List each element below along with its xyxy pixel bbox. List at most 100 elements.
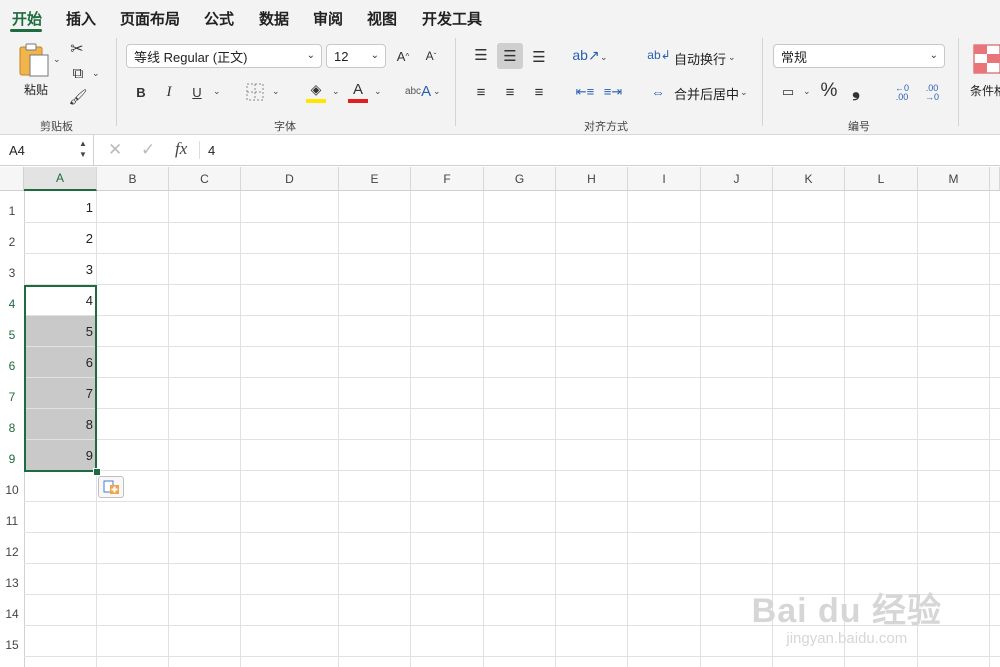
column-header-h[interactable]: H xyxy=(556,167,628,191)
tab-review[interactable]: 审阅 xyxy=(313,8,343,29)
paste-button[interactable] xyxy=(14,42,54,78)
tab-page-layout[interactable]: 页面布局 xyxy=(120,8,180,29)
row-header-7[interactable]: 7 xyxy=(0,377,24,408)
cell-a3[interactable]: 3 xyxy=(25,262,96,282)
increase-font-size-icon[interactable]: A ^ xyxy=(393,46,413,66)
borders-chevron-icon[interactable]: ⌄ xyxy=(272,86,280,97)
comma-style-button[interactable]: ❟ xyxy=(848,78,864,102)
bold-button[interactable]: B xyxy=(132,82,150,102)
align-center-icon[interactable]: ≡ xyxy=(499,81,521,103)
increase-indent-icon[interactable]: ≡⇥ xyxy=(602,81,624,103)
merge-center-icon[interactable]: ⇔ xyxy=(649,82,667,102)
decrease-indent-icon[interactable]: ⇤≡ xyxy=(574,81,596,103)
select-all-corner[interactable] xyxy=(0,167,24,191)
name-box[interactable]: A4 ▲ ▼ xyxy=(0,135,94,165)
row-header-5[interactable]: 5 xyxy=(0,315,24,346)
column-header-i[interactable]: I xyxy=(628,167,701,191)
row-header-9[interactable]: 9 xyxy=(0,439,24,470)
formula-input[interactable]: 4 xyxy=(208,143,215,158)
name-box-stepper-icon[interactable]: ▲ ▼ xyxy=(79,138,87,160)
column-header-b[interactable]: B xyxy=(97,167,169,191)
row-header-4[interactable]: 4 xyxy=(0,284,24,315)
percent-style-button[interactable]: % xyxy=(818,80,840,102)
tab-developer[interactable]: 开发工具 xyxy=(422,8,482,29)
fill-color-chevron-icon[interactable]: ⌄ xyxy=(332,86,340,97)
column-header-f[interactable]: F xyxy=(411,167,484,191)
font-name-dropdown[interactable]: 等线 Regular (正文) ⌄ xyxy=(126,44,322,68)
column-header-l[interactable]: L xyxy=(845,167,918,191)
accounting-chevron-icon[interactable]: ⌄ xyxy=(803,86,811,97)
fill-color-bucket-icon[interactable]: ◈ xyxy=(306,80,326,98)
font-color-chevron-icon[interactable]: ⌄ xyxy=(374,86,382,97)
enter-check-icon[interactable]: ✓ xyxy=(141,140,155,160)
decrease-font-size-icon[interactable]: Aˇ xyxy=(421,46,441,66)
column-header-d[interactable]: D xyxy=(241,167,339,191)
row-header-11[interactable]: 11 xyxy=(0,501,24,532)
row-header-8[interactable]: 8 xyxy=(0,408,24,439)
align-middle-icon[interactable]: ☰ xyxy=(497,43,523,69)
wrap-text-button[interactable]: 自动换行 xyxy=(674,49,726,68)
orientation-chevron-icon[interactable]: ⌄ xyxy=(600,52,608,63)
underline-chevron-icon[interactable]: ⌄ xyxy=(213,86,221,97)
column-header-g[interactable]: G xyxy=(484,167,556,191)
cell-a1[interactable]: 1 xyxy=(25,200,96,220)
column-header-a[interactable]: A xyxy=(24,167,97,191)
font-color-icon[interactable]: A xyxy=(349,80,367,98)
row-header-15[interactable]: 15 xyxy=(0,625,24,656)
tab-home[interactable]: 开始 xyxy=(12,8,42,29)
paste-dropdown-chevron-icon[interactable]: ⌄ xyxy=(53,54,61,65)
insert-function-icon[interactable]: fx xyxy=(175,139,187,159)
merge-center-button[interactable]: 合并后居中 xyxy=(674,84,739,103)
column-header-n[interactable] xyxy=(990,167,1000,191)
row-header-14[interactable]: 14 xyxy=(0,594,24,625)
borders-icon[interactable] xyxy=(246,83,264,101)
column-header-k[interactable]: K xyxy=(773,167,845,191)
fill-handle[interactable] xyxy=(93,468,101,476)
increase-decimal-icon[interactable]: ←0.00 xyxy=(890,81,914,105)
column-header-c[interactable]: C xyxy=(169,167,241,191)
wrap-chevron-icon[interactable]: ⌄ xyxy=(728,52,736,63)
font-size-dropdown[interactable]: 12 ⌄ xyxy=(326,44,386,68)
cell-a2[interactable]: 2 xyxy=(25,231,96,251)
row-header-10[interactable]: 10 xyxy=(0,470,24,501)
format-painter-brush-icon[interactable]: 🖌 xyxy=(68,88,88,106)
align-left-icon[interactable]: ≡ xyxy=(470,81,492,103)
text-orientation-icon[interactable]: ab↗ xyxy=(572,44,599,66)
column-header-e[interactable]: E xyxy=(339,167,411,191)
auto-fill-options-button[interactable] xyxy=(98,476,124,498)
italic-button[interactable]: I xyxy=(160,82,178,102)
underline-button[interactable]: U xyxy=(188,82,206,102)
copy-icon[interactable]: ⧉ xyxy=(68,64,88,82)
column-header-m[interactable]: M xyxy=(918,167,990,191)
row-header-1[interactable]: 1 xyxy=(0,191,24,222)
row-header-6[interactable]: 6 xyxy=(0,346,24,377)
tab-view[interactable]: 视图 xyxy=(367,8,397,29)
row-header-3[interactable]: 3 xyxy=(0,253,24,284)
align-right-icon[interactable]: ≡ xyxy=(528,81,550,103)
gridline xyxy=(627,191,628,667)
tab-insert[interactable]: 插入 xyxy=(66,8,96,29)
tab-formulas[interactable]: 公式 xyxy=(204,8,234,29)
decrease-decimal-icon[interactable]: .00 →0 xyxy=(920,81,944,105)
conditional-formatting-label[interactable]: 条件格 xyxy=(970,82,1000,99)
copy-dropdown-chevron-icon[interactable]: ⌄ xyxy=(92,68,100,79)
row-header-12[interactable]: 12 xyxy=(0,532,24,563)
cut-scissors-icon[interactable]: ✂ xyxy=(68,40,86,58)
phonetic-chevron-icon[interactable]: ⌄ xyxy=(433,86,441,97)
sheet-grid[interactable]: A B C D E F G H I J K L M 1 2 3 4 5 6 7 … xyxy=(0,167,1000,667)
group-label-font: 字体 xyxy=(274,121,296,133)
cancel-x-icon[interactable]: ✕ xyxy=(108,140,122,160)
merge-chevron-icon[interactable]: ⌄ xyxy=(740,87,748,98)
wrap-text-icon[interactable]: ab↲ xyxy=(647,45,670,65)
column-header-j[interactable]: J xyxy=(701,167,773,191)
row-header-2[interactable]: 2 xyxy=(0,222,24,253)
conditional-formatting-icon[interactable] xyxy=(973,44,1000,74)
tab-data[interactable]: 数据 xyxy=(259,8,289,29)
row-header-13[interactable]: 13 xyxy=(0,563,24,594)
align-top-icon[interactable]: ☰ xyxy=(470,44,492,66)
accounting-format-icon[interactable]: ▭ xyxy=(777,82,799,102)
selection-range-a4-a9[interactable] xyxy=(24,285,97,472)
number-format-dropdown[interactable]: 常规 ⌄ xyxy=(773,44,945,68)
phonetic-abc-icon[interactable]: abc A xyxy=(405,80,431,102)
align-bottom-icon[interactable]: ☰ xyxy=(528,46,550,68)
